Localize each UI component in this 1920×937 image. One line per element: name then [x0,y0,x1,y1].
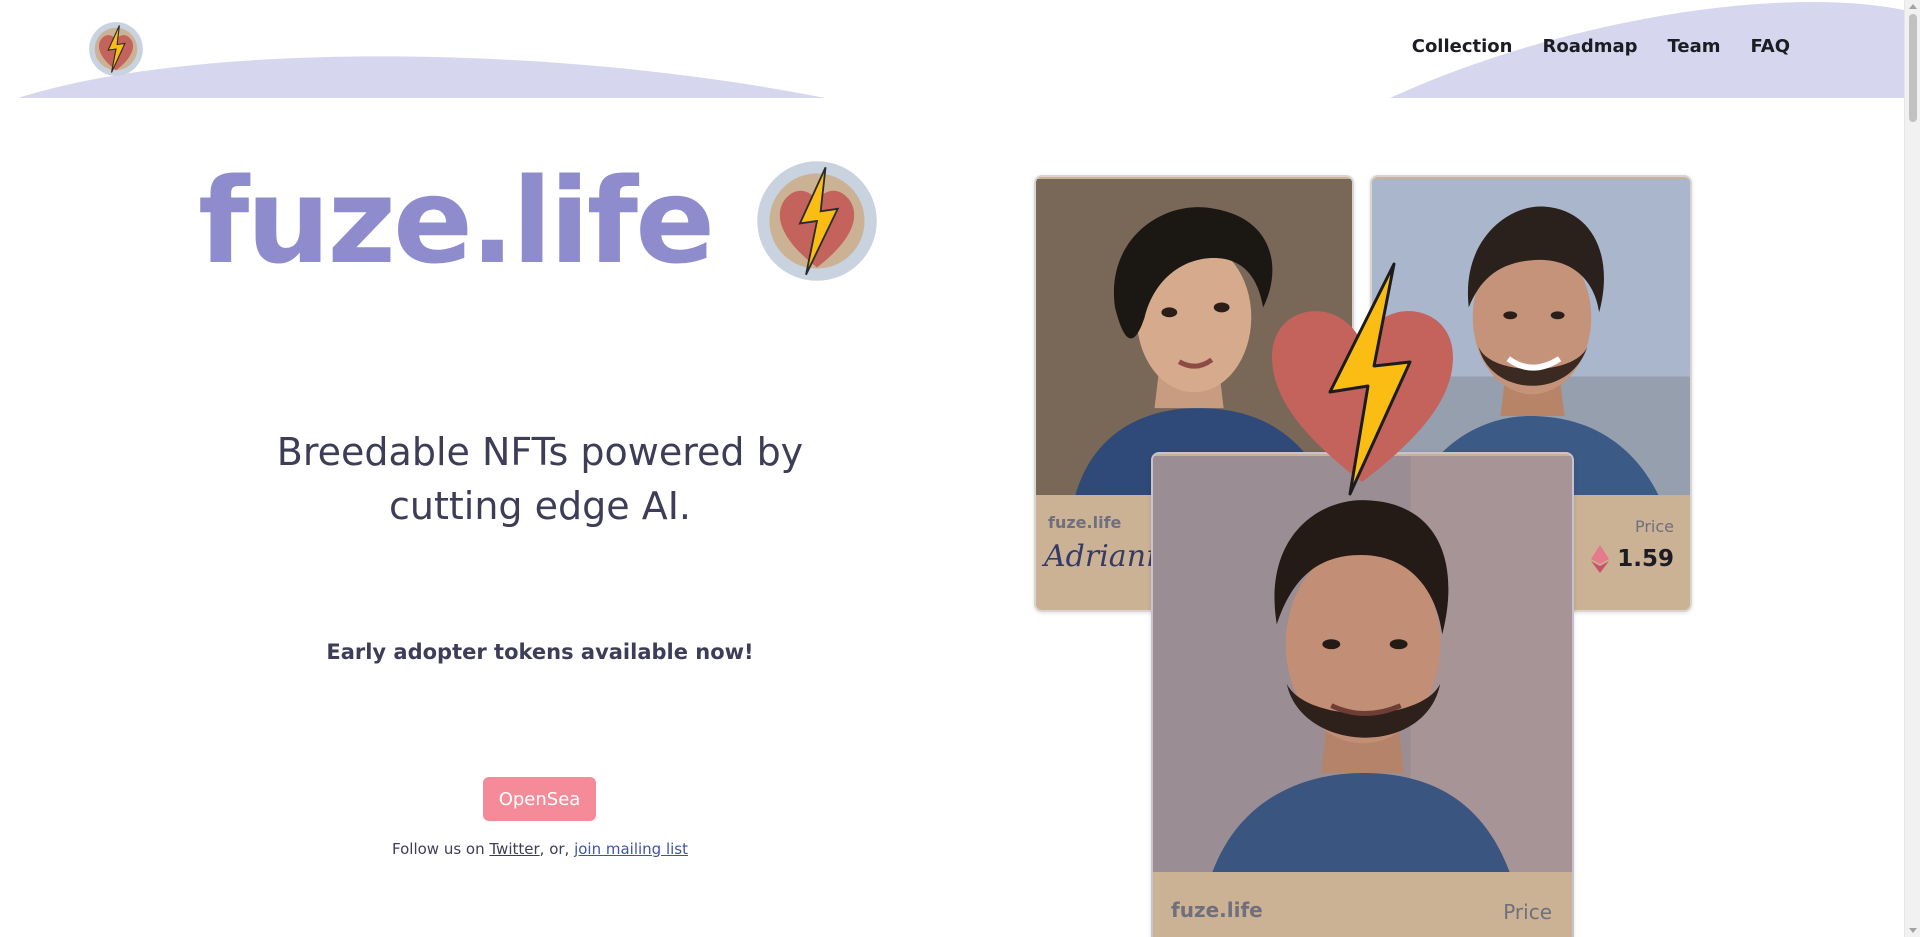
header: Collection Roadmap Team FAQ [0,0,1904,100]
main-nav: Collection Roadmap Team FAQ [1412,36,1790,57]
follow-middle: , or, [539,840,575,858]
portrait-photo [1153,455,1572,873]
tagline-line-1: Breedable NFTs powered by [276,430,804,474]
brand: fuze.life [198,160,878,282]
opensea-button[interactable]: OpenSea [483,777,596,821]
mailing-list-link[interactable]: join mailing list [574,840,688,858]
scrollbar-thumb[interactable] [1909,14,1917,122]
heart-lightning-icon[interactable] [88,21,144,77]
scrollbar[interactable] [1904,0,1920,937]
card-price-label: Price [1503,900,1552,924]
early-access-text: Early adopter tokens available now! [326,640,754,664]
card-brand: fuze.life [1048,513,1122,532]
heart-lightning-icon [1272,262,1453,496]
twitter-link[interactable]: Twitter [489,840,539,858]
page: Collection Roadmap Team FAQ fuze.life Br… [0,0,1904,937]
nft-card-offspring[interactable]: fuze.life Price [1151,452,1574,937]
follow-text: Follow us on Twitter, or, join mailing l… [230,840,850,858]
nav-team[interactable]: Team [1668,36,1721,57]
scroll-down-arrow-icon[interactable] [1909,928,1917,933]
card-price-label: Price [1634,517,1674,536]
heart-lightning-icon [757,161,877,281]
follow-prefix: Follow us on [392,840,490,858]
card-price: 1.59 [1591,545,1674,573]
nav-faq[interactable]: FAQ [1751,36,1790,57]
card-brand: fuze.life [1171,898,1263,922]
nav-collection[interactable]: Collection [1412,36,1513,57]
scroll-up-arrow-icon[interactable] [1909,4,1917,9]
tagline-line-2: cutting edge AI. [389,484,691,528]
brand-title: fuze.life [198,152,715,290]
nav-roadmap[interactable]: Roadmap [1542,36,1637,57]
ethereum-icon [1591,545,1610,573]
tagline: Breedable NFTs powered by cutting edge A… [230,425,850,533]
price-value: 1.59 [1617,546,1674,572]
